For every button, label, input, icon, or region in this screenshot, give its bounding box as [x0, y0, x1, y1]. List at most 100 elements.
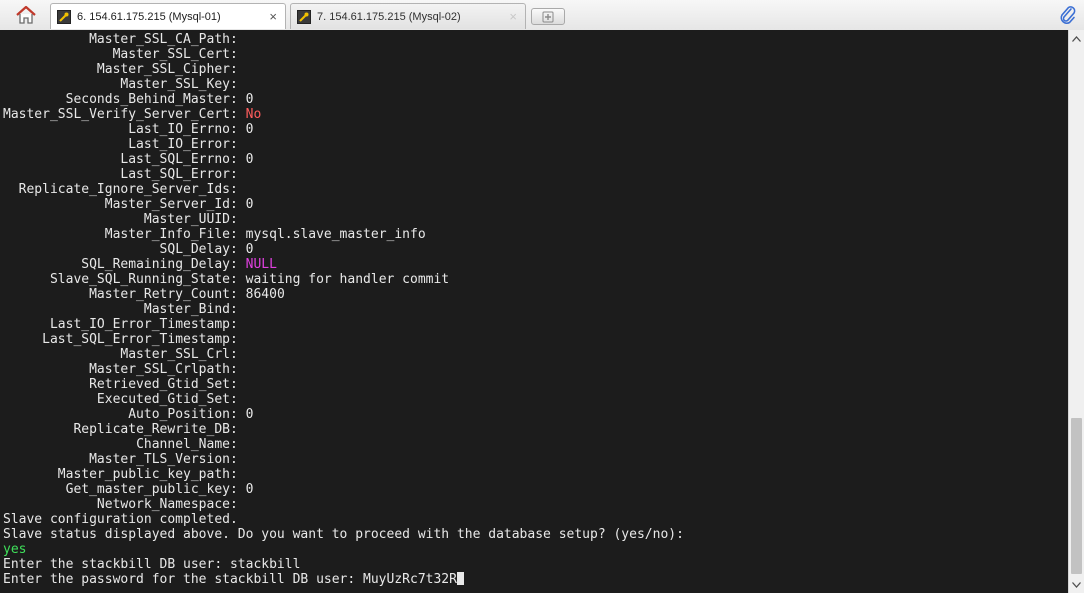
scroll-up-button[interactable] [1069, 30, 1084, 47]
key-indent [3, 272, 50, 287]
paperclip-icon [1060, 6, 1076, 24]
key-indent [3, 302, 144, 317]
field-key: Last_IO_Errno: [128, 122, 238, 137]
field-key: Last_SQL_Errno: [120, 152, 238, 167]
separator [238, 347, 246, 362]
separator [238, 317, 246, 332]
separator [238, 407, 246, 422]
field-key: Last_IO_Error_Timestamp: [49, 317, 238, 332]
key-indent [3, 77, 120, 92]
line-text: Enter the stackbill DB user: stackbill [3, 557, 301, 572]
vertical-scrollbar[interactable] [1068, 30, 1084, 593]
scroll-thumb[interactable] [1071, 418, 1082, 574]
new-tab-button[interactable] [531, 8, 565, 25]
tab-mysql-01[interactable]: 6. 154.61.175.215 (Mysql-01) × [50, 3, 286, 29]
key-indent [3, 437, 136, 452]
key-indent [3, 32, 89, 47]
status-field-line: Executed_Gtid_Set: [3, 392, 684, 407]
key-indent [3, 257, 81, 272]
status-field-line: Master_SSL_Cipher: [3, 62, 684, 77]
status-field-line: Seconds_Behind_Master: 0 [3, 92, 684, 107]
key-indent [3, 212, 144, 227]
key-indent [3, 182, 19, 197]
tab-mysql-02[interactable]: 7. 154.61.175.215 (Mysql-02) × [290, 3, 526, 29]
status-field-line: Master_UUID: [3, 212, 684, 227]
status-field-line: Master_TLS_Version: [3, 452, 684, 467]
arrow-up-icon [1072, 35, 1081, 42]
home-button[interactable] [6, 2, 46, 28]
attach-button[interactable] [1058, 5, 1078, 25]
tab-label: 6. 154.61.175.215 (Mysql-01) [77, 10, 221, 23]
key-indent [3, 152, 120, 167]
field-key: Master_Server_Id: [104, 197, 238, 212]
key-indent [3, 47, 113, 62]
scroll-down-button[interactable] [1069, 576, 1084, 593]
line-text: Slave configuration completed. [3, 512, 238, 527]
separator [238, 422, 246, 437]
key-indent [3, 92, 66, 107]
field-key: Last_SQL_Error_Timestamp: [42, 332, 238, 347]
key-indent [3, 497, 97, 512]
wrench-terminal-icon [297, 9, 311, 24]
separator [238, 287, 246, 302]
key-indent [3, 422, 73, 437]
key-indent [3, 167, 120, 182]
field-key: Channel_Name: [136, 437, 238, 452]
field-key: Auto_Position: [128, 407, 238, 422]
field-value: 86400 [245, 287, 285, 302]
field-key: Master_SSL_Verify_Server_Cert: [3, 107, 238, 122]
tab-close-button[interactable]: × [509, 9, 517, 24]
field-value: 0 [245, 482, 254, 497]
line-text: yes [3, 542, 27, 557]
key-indent [3, 137, 128, 152]
separator [238, 302, 246, 317]
status-field-line: Auto_Position: 0 [3, 407, 684, 422]
separator [238, 362, 246, 377]
home-icon [16, 5, 36, 24]
field-value: mysql.slave_master_info [245, 227, 426, 242]
status-field-line: Replicate_Rewrite_DB: [3, 422, 684, 437]
status-field-line: Master_SSL_Crl: [3, 347, 684, 362]
separator [238, 452, 246, 467]
separator [238, 77, 246, 92]
field-key: Master_SSL_Cert: [112, 47, 238, 62]
field-key: Last_SQL_Error: [120, 167, 238, 182]
key-indent [3, 62, 97, 77]
plus-icon [542, 11, 554, 22]
status-field-line: Last_SQL_Error: [3, 167, 684, 182]
tab-close-button[interactable]: × [269, 9, 277, 24]
key-indent [3, 122, 128, 137]
field-key: Master_SSL_Crlpath: [89, 362, 238, 377]
field-value: waiting for handler commit [245, 272, 450, 287]
key-indent [3, 407, 128, 422]
field-key: Master_Bind: [143, 302, 238, 317]
field-key: Seconds_Behind_Master: [65, 92, 238, 107]
field-value: 0 [245, 92, 254, 107]
field-value: 0 [245, 152, 254, 167]
field-key: Replicate_Rewrite_DB: [73, 422, 238, 437]
separator [238, 482, 246, 497]
key-indent [3, 242, 160, 257]
field-value: No [245, 107, 262, 122]
separator [238, 377, 246, 392]
field-key: Slave_SQL_Running_State: [49, 272, 238, 287]
terminal-output[interactable]: Master_SSL_CA_Path: Master_SSL_Cert: Mas… [0, 30, 1068, 593]
terminal-lines: Master_SSL_CA_Path: Master_SSL_Cert: Mas… [3, 32, 684, 587]
field-key: Last_IO_Error: [128, 137, 238, 152]
field-key: SQL_Remaining_Delay: [81, 257, 238, 272]
field-value: NULL [245, 257, 277, 272]
separator [238, 92, 246, 107]
field-key: Master_SSL_CA_Path: [89, 32, 238, 47]
separator [238, 212, 246, 227]
separator [238, 32, 246, 47]
status-field-line: Get_master_public_key: 0 [3, 482, 684, 497]
status-field-line: Master_Server_Id: 0 [3, 197, 684, 212]
separator [238, 257, 246, 272]
terminal-line: yes [3, 542, 684, 557]
field-key: Get_master_public_key: [65, 482, 238, 497]
status-field-line: Replicate_Ignore_Server_Ids: [3, 182, 684, 197]
field-key: Master_UUID: [143, 212, 238, 227]
line-text: Enter the password for the stackbill DB … [3, 572, 457, 587]
field-key: Master_Info_File: [104, 227, 238, 242]
field-value: 0 [245, 122, 254, 137]
